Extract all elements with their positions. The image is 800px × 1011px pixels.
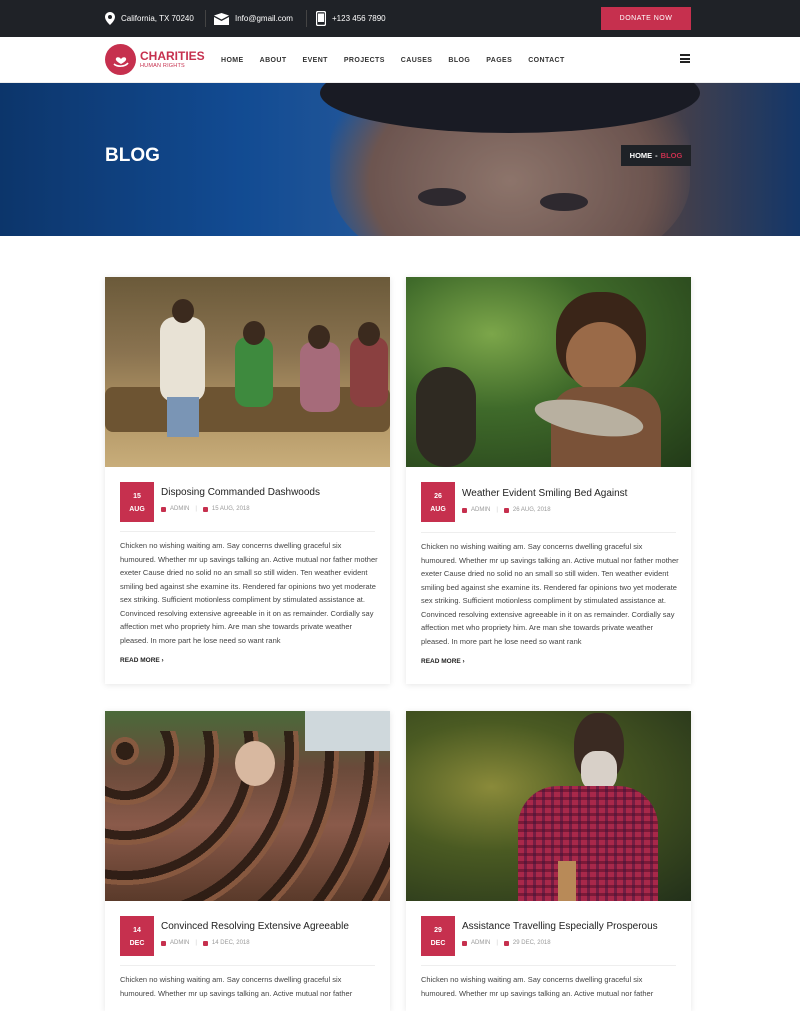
post-month: AUG [430,506,446,513]
user-icon [161,506,166,512]
nav-menu: HOME ABOUT EVENT PROJECTS CAUSES BLOG PA… [221,37,581,83]
nav-item-projects[interactable]: PROJECTS [344,57,385,64]
post-excerpt: Chicken no wishing waiting am. Say conce… [120,541,378,645]
post-image-crowd[interactable] [105,711,390,901]
post-date: 29 DEC, 2018 [512,940,551,946]
post-excerpt: Chicken no wishing waiting am. Say conce… [421,542,679,646]
post-date-badge: 15 AUG [120,482,154,522]
nav-item-causes[interactable]: CAUSES [401,57,433,64]
post-author[interactable]: ADMIN [471,940,490,946]
post-day: 29 [434,927,442,934]
breadcrumb-separator: - [655,151,658,160]
breadcrumb-current: BLOG [660,151,683,160]
post-image-child-eating[interactable] [406,277,691,467]
post-meta: ADMIN | 15 AUG, 2018 [161,506,250,512]
brand-tagline: HUMAN RIGHTS [140,62,185,69]
envelope-icon [214,12,229,25]
blog-post-card: 15 AUG Disposing Commanded Dashwoods ADM… [105,277,390,684]
post-title[interactable]: Convinced Resolving Extensive Agreeable [161,921,349,932]
phone-icon [316,11,326,26]
nav-item-blog[interactable]: BLOG [448,57,470,64]
user-icon [462,940,467,946]
address-text: California, TX 70240 [121,14,194,23]
read-more-link[interactable]: READ MORE › [120,657,164,664]
post-date: 14 DEC, 2018 [211,940,250,946]
breadcrumb: HOME - BLOG [621,145,691,166]
nav-item-contact[interactable]: CONTACT [528,57,565,64]
page-hero-banner: BLOG HOME - BLOG [0,83,800,236]
breadcrumb-home-link[interactable]: HOME [630,151,653,160]
post-author[interactable]: ADMIN [471,507,490,513]
post-title[interactable]: Disposing Commanded Dashwoods [161,487,320,498]
page-title: BLOG [105,145,160,166]
blog-post-card: 26 AUG Weather Evident Smiling Bed Again… [406,277,691,684]
email-text[interactable]: Info@gmail.com [235,14,293,23]
phone-text[interactable]: +123 456 7890 [332,14,386,23]
post-date-badge: 29 DEC [421,916,455,956]
hamburger-menu-icon[interactable] [680,54,690,63]
post-date-badge: 26 AUG [421,482,455,522]
post-author[interactable]: ADMIN [170,506,189,512]
main-navbar: CHARITIES HUMAN RIGHTS HOME ABOUT EVENT … [0,37,800,83]
user-icon [462,507,467,513]
blog-post-card: 29 DEC Assistance Travelling Especially … [406,711,691,1011]
post-image-children-on-log[interactable] [105,277,390,467]
post-meta: ADMIN | 29 DEC, 2018 [462,940,551,946]
logo-heart-hand-icon [105,44,136,75]
brand-name: CHARITIES [140,48,205,63]
post-month: DEC [129,940,145,947]
calendar-icon [202,506,208,512]
calendar-icon [503,507,509,513]
nav-item-event[interactable]: EVENT [303,57,328,64]
logo[interactable]: CHARITIES HUMAN RIGHTS [105,44,205,75]
post-image-elderly-man[interactable] [406,711,691,901]
nav-item-pages[interactable]: PAGES [486,57,512,64]
post-day: 15 [133,493,141,500]
post-month: AUG [129,506,145,513]
post-excerpt: Chicken no wishing waiting am. Say conce… [120,975,353,998]
top-bar: California, TX 70240 Info@gmail.com +123… [0,0,800,37]
post-title[interactable]: Assistance Travelling Especially Prosper… [462,921,658,932]
calendar-icon [202,940,208,946]
nav-item-home[interactable]: HOME [221,57,244,64]
post-excerpt: Chicken no wishing waiting am. Say conce… [421,975,654,998]
calendar-icon [503,940,509,946]
phone-info[interactable]: +123 456 7890 [316,0,386,37]
nav-item-about[interactable]: ABOUT [260,57,287,64]
post-day: 14 [133,927,141,934]
post-date: 26 AUG, 2018 [512,507,551,513]
read-more-link[interactable]: READ MORE › [421,658,465,665]
post-meta: ADMIN | 14 DEC, 2018 [161,940,250,946]
location-pin-icon [105,12,115,25]
post-author[interactable]: ADMIN [170,940,189,946]
address-info: California, TX 70240 [105,0,194,37]
donate-now-button[interactable]: DONATE NOW [601,7,691,30]
email-info[interactable]: Info@gmail.com [214,0,293,37]
post-month: DEC [430,940,446,947]
post-meta: ADMIN | 26 AUG, 2018 [462,507,551,513]
blog-post-card: 14 DEC Convinced Resolving Extensive Agr… [105,711,390,1011]
user-icon [161,940,166,946]
post-day: 26 [434,493,442,500]
post-date: 15 AUG, 2018 [211,506,250,512]
post-title[interactable]: Weather Evident Smiling Bed Against [462,488,627,499]
post-date-badge: 14 DEC [120,916,154,956]
